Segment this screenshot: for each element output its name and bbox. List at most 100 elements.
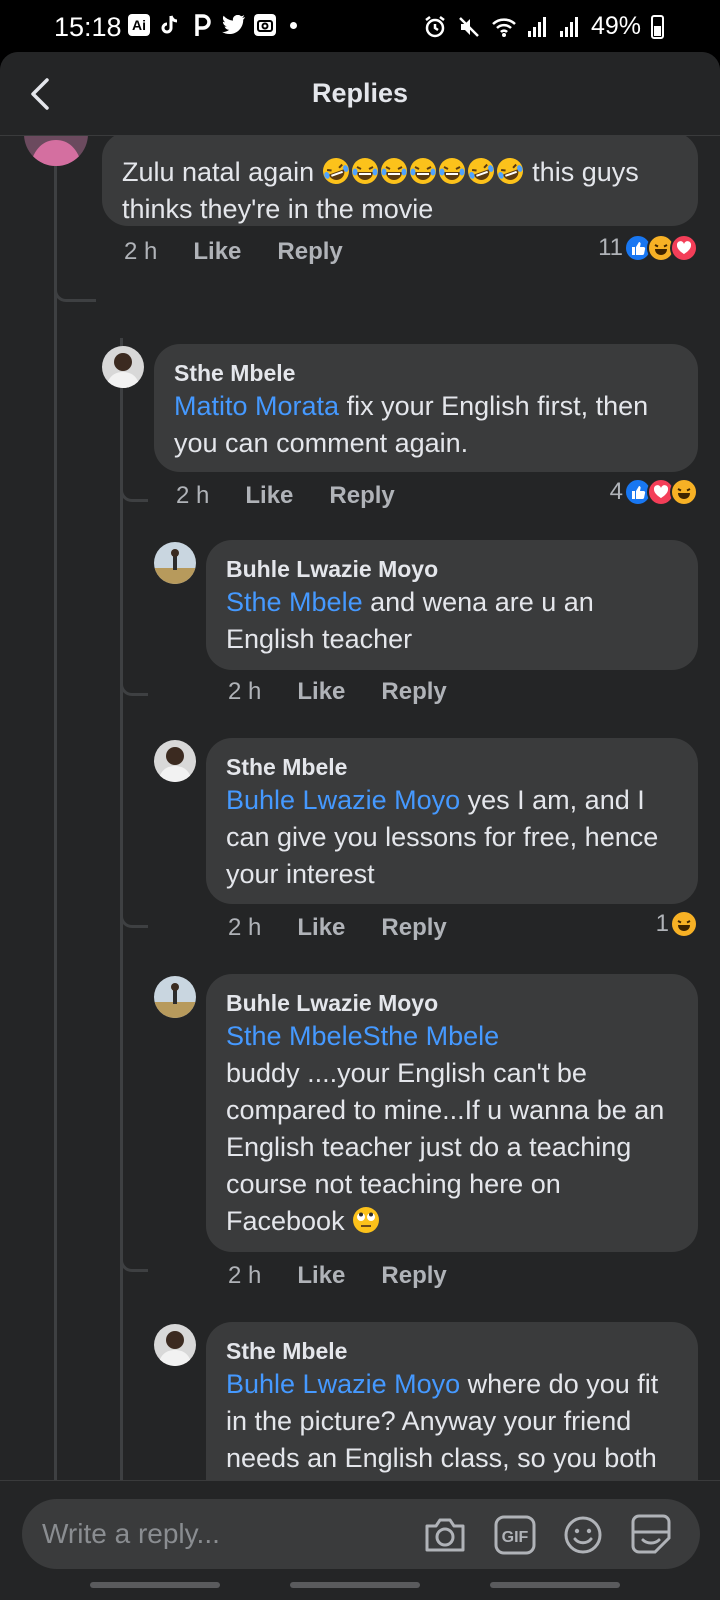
reaction-count: 4	[609, 478, 623, 505]
comment-text: Buhle Lwazie Moyo yes I am, and I can gi…	[226, 785, 659, 889]
camera-button[interactable]	[422, 1512, 468, 1558]
header: Replies	[0, 52, 720, 136]
comment-bubble[interactable]: Buhle Lwazie Moyo Sthe Mbele and wena ar…	[206, 540, 698, 670]
reply-button[interactable]: Reply	[381, 914, 446, 942]
avatar[interactable]	[24, 136, 88, 166]
pinterest-icon	[190, 13, 214, 37]
avatar[interactable]	[154, 1324, 196, 1366]
reaction-count: 1	[655, 910, 669, 937]
reply-button[interactable]: Reply	[381, 1262, 446, 1290]
page-title: Replies	[311, 78, 409, 108]
svg-text:GIF: GIF	[502, 1529, 529, 1546]
comment-time: 2 h	[176, 482, 210, 509]
signal-icon	[527, 16, 546, 37]
camera-app-icon	[254, 14, 276, 36]
like-button[interactable]: Like	[245, 482, 293, 510]
notification-icons: Ai	[128, 13, 297, 37]
mention-link[interactable]: Buhle Lwazie Moyo	[226, 785, 460, 815]
mention-link[interactable]: Sthe MbeleSthe Mbele	[226, 1018, 678, 1055]
comment-bubble[interactable]: Buhle Lwazie Moyo Sthe MbeleSthe Mbele b…	[206, 974, 698, 1252]
battery-icon	[651, 14, 664, 39]
laughing-emoji-icon	[438, 158, 465, 184]
like-button[interactable]: Like	[297, 678, 345, 706]
reply-button[interactable]: Reply	[329, 482, 394, 510]
gif-icon: GIF	[494, 1515, 536, 1555]
comment-author[interactable]: Buhle Lwazie Moyo	[226, 988, 678, 1018]
thread-line	[54, 166, 57, 1532]
reply-button[interactable]: Reply	[381, 678, 446, 706]
like-button[interactable]: Like	[297, 1262, 345, 1290]
mention-link[interactable]: Buhle Lwazie Moyo	[226, 1369, 460, 1399]
reply-button[interactable]: Reply	[277, 238, 342, 266]
comment-author[interactable]: Sthe Mbele	[226, 1336, 678, 1366]
haha-reaction-icon	[670, 910, 698, 938]
avatar[interactable]	[102, 346, 144, 388]
mention-link[interactable]: Sthe Mbele	[226, 587, 363, 617]
comment-bubble[interactable]: Sthe Mbele Buhle Lwazie Moyo yes I am, a…	[206, 738, 698, 904]
comment-text: Sthe MbeleSthe Mbele buddy ....your Engl…	[226, 1018, 678, 1240]
avatar[interactable]	[154, 542, 196, 584]
avatar[interactable]	[154, 976, 196, 1018]
emoji-button[interactable]	[560, 1512, 606, 1558]
comment-text: Matito Morata fix your English first, th…	[174, 391, 649, 458]
comment-actions: 2 h Like Reply	[176, 482, 395, 510]
haha-reaction-icon	[670, 478, 698, 506]
love-reaction-icon	[670, 234, 698, 262]
alarm-icon	[425, 15, 445, 37]
comment-time: 2 h	[124, 238, 158, 265]
laughing-emoji-icon	[380, 158, 407, 184]
system-nav-handle[interactable]	[490, 1582, 620, 1588]
comment-author[interactable]: Sthe Mbele	[174, 358, 678, 388]
laughing-emoji-icon	[322, 158, 349, 184]
laughing-emojis	[322, 157, 525, 187]
laughing-emoji-icon	[467, 158, 494, 184]
avatar[interactable]	[154, 740, 196, 782]
thread-connector	[120, 660, 148, 696]
mute-icon	[459, 16, 479, 37]
reaction-summary[interactable]: 1	[656, 910, 698, 938]
reply-input[interactable]	[42, 1511, 402, 1557]
reply-field[interactable]: GIF	[22, 1499, 700, 1569]
reaction-summary[interactable]: 11	[598, 234, 698, 262]
thread-connector	[120, 1236, 148, 1272]
thread-connector	[120, 466, 148, 502]
emoji-icon	[564, 1516, 602, 1554]
comment-author[interactable]: Sthe Mbele	[226, 752, 678, 782]
laughing-emoji-icon	[351, 158, 378, 184]
more-notifications-dot	[290, 21, 297, 29]
comment-actions: 2 h Like Reply	[228, 678, 447, 706]
camera-icon	[425, 1518, 465, 1552]
sticker-icon	[631, 1514, 671, 1554]
system-nav-handle[interactable]	[90, 1582, 220, 1588]
comment-author[interactable]: Buhle Lwazie Moyo	[226, 554, 678, 584]
comment-time: 2 h	[228, 678, 262, 705]
twitter-icon	[222, 13, 246, 37]
laughing-emoji-icon	[496, 158, 523, 184]
like-button[interactable]: Like	[193, 238, 241, 266]
comment-time: 2 h	[228, 914, 262, 941]
system-status: 49%	[423, 12, 664, 41]
sticker-button[interactable]	[628, 1512, 674, 1558]
thread-connector	[54, 266, 96, 302]
mention-link[interactable]: Matito Morata	[174, 391, 339, 421]
comment-bubble[interactable]: Sthe Mbele Matito Morata fix your Englis…	[154, 344, 698, 472]
battery-percent: 49%	[590, 12, 641, 40]
comment-time: 2 h	[228, 1262, 262, 1289]
reaction-summary[interactable]: 4	[610, 478, 698, 506]
comment-actions: 2 h Like Reply	[124, 238, 343, 266]
thread-connector	[120, 892, 148, 928]
status-bar: 15:18 Ai 49%	[0, 0, 720, 52]
like-button[interactable]: Like	[297, 914, 345, 942]
system-nav-handle[interactable]	[290, 1582, 420, 1588]
laughing-emoji-icon	[409, 158, 436, 184]
status-time: 15:18	[54, 12, 122, 42]
gif-button[interactable]: GIF	[492, 1512, 538, 1558]
ai-icon: Ai	[128, 14, 150, 36]
comment-text: Zulu natal again this guys thinks they'r…	[122, 154, 678, 228]
comment-bubble[interactable]: Zulu natal again this guys thinks they'r…	[102, 136, 698, 226]
eye-roll-emoji-icon	[353, 1207, 380, 1233]
comment-text: Sthe Mbele and wena are u an English tea…	[226, 587, 594, 654]
comment-actions: 2 h Like Reply	[228, 914, 447, 942]
reaction-count: 11	[598, 234, 623, 261]
comment-actions: 2 h Like Reply	[228, 1262, 447, 1290]
